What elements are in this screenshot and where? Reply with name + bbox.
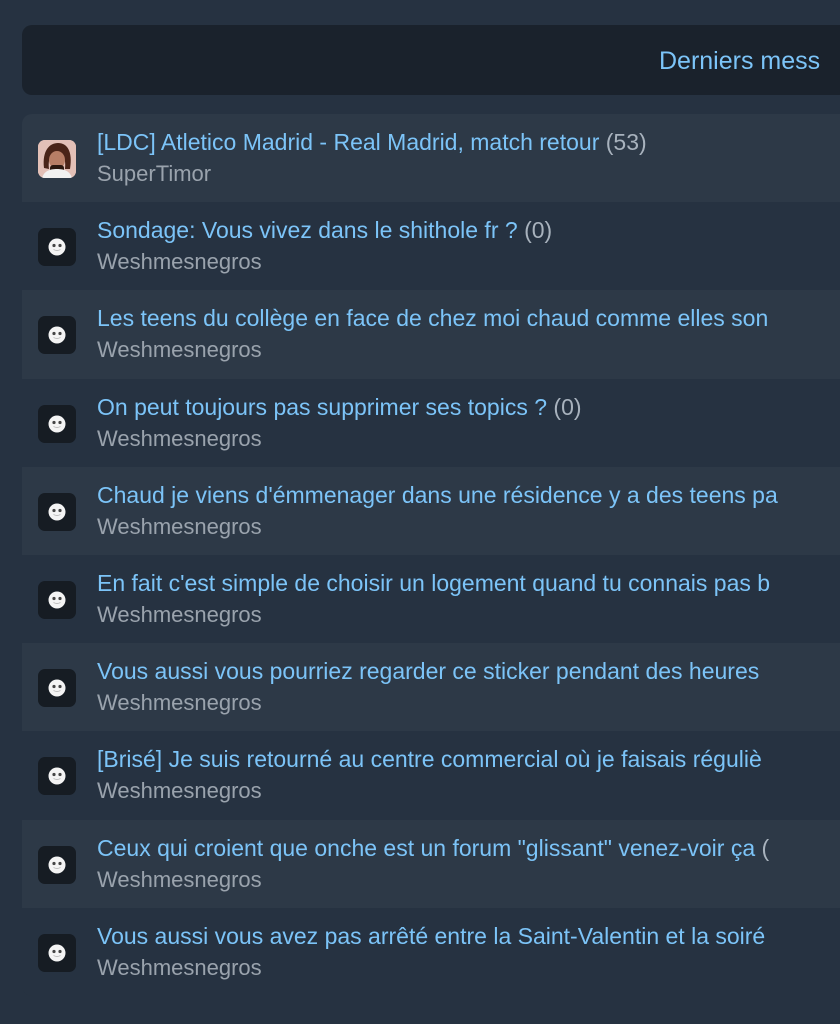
smiley-icon: [48, 767, 66, 785]
topic-row[interactable]: [LDC] Atletico Madrid - Real Madrid, mat…: [22, 114, 840, 203]
topic-row[interactable]: Ceux qui croient que onche est un forum …: [22, 819, 840, 908]
topic-title-line: En fait c'est simple de choisir un logem…: [97, 567, 770, 599]
topic-title-line: Vous aussi vous pourriez regarder ce sti…: [97, 655, 759, 687]
topic-title-link[interactable]: En fait c'est simple de choisir un logem…: [97, 570, 770, 596]
topic-title-link[interactable]: Ceux qui croient que onche est un forum …: [97, 835, 755, 861]
topic-row[interactable]: Vous aussi vous avez pas arrêté entre la…: [22, 907, 840, 996]
smiley-icon: [48, 415, 66, 433]
smiley-icon: [48, 856, 66, 873]
topic-author[interactable]: Weshmesnegros: [97, 688, 262, 718]
default-smiley-avatar[interactable]: [38, 492, 76, 531]
topic-title-line: [LDC] Atletico Madrid - Real Madrid, mat…: [97, 126, 647, 158]
topic-author[interactable]: Weshmesnegros: [97, 953, 262, 983]
default-smiley-avatar[interactable]: [38, 404, 76, 443]
default-smiley-avatar[interactable]: [38, 580, 76, 619]
topic-title-link[interactable]: [LDC] Atletico Madrid - Real Madrid, mat…: [97, 129, 599, 155]
smiley-icon: [48, 679, 66, 697]
topic-title-link[interactable]: On peut toujours pas supprimer ses topic…: [97, 394, 547, 420]
default-smiley-avatar[interactable]: [38, 669, 76, 708]
topic-title-line: Vous aussi vous avez pas arrêté entre la…: [97, 920, 765, 952]
topic-author[interactable]: Weshmesnegros: [97, 776, 262, 806]
topic-title-line: [Brisé] Je suis retourné au centre comme…: [97, 743, 762, 775]
topic-reply-count: (: [761, 834, 770, 861]
topic-title-line: Les teens du collège en face de chez moi…: [97, 302, 768, 334]
topic-title-link[interactable]: Vous aussi vous avez pas arrêté entre la…: [97, 923, 765, 949]
default-smiley-avatar[interactable]: [38, 228, 76, 267]
topic-reply-count: (0): [553, 393, 582, 420]
default-smiley-avatar[interactable]: [38, 316, 76, 355]
topic-title-link[interactable]: [Brisé] Je suis retourné au centre comme…: [97, 746, 762, 772]
topic-row[interactable]: [Brisé] Je suis retourné au centre comme…: [22, 731, 840, 820]
topic-title-link[interactable]: Sondage: Vous vivez dans le shithole fr …: [97, 217, 518, 243]
topic-row[interactable]: Les teens du collège en face de chez moi…: [22, 290, 840, 379]
user-photo-avatar-image: [38, 140, 76, 178]
topic-author[interactable]: SuperTimor: [97, 159, 211, 189]
topic-author[interactable]: Weshmesnegros: [97, 424, 262, 454]
smiley-icon: [48, 944, 66, 962]
topic-title-link[interactable]: Les teens du collège en face de chez moi…: [97, 305, 768, 331]
topic-row[interactable]: Vous aussi vous pourriez regarder ce sti…: [22, 643, 840, 732]
topic-title-line: On peut toujours pas supprimer ses topic…: [97, 391, 582, 423]
topic-author[interactable]: Weshmesnegros: [97, 865, 262, 895]
smiley-icon: [48, 326, 66, 344]
topic-row[interactable]: Sondage: Vous vivez dans le shithole fr …: [22, 202, 840, 291]
latest-messages-header: Derniers mess: [22, 25, 840, 95]
topic-row[interactable]: On peut toujours pas supprimer ses topic…: [22, 378, 840, 467]
topic-row[interactable]: Chaud je viens d'émmenager dans une rési…: [22, 466, 840, 555]
user-photo-avatar[interactable]: [38, 140, 76, 178]
topic-author[interactable]: Weshmesnegros: [97, 600, 262, 630]
topic-row[interactable]: En fait c'est simple de choisir un logem…: [22, 554, 840, 644]
topic-title-link[interactable]: Vous aussi vous pourriez regarder ce sti…: [97, 658, 759, 684]
smiley-icon: [48, 591, 66, 609]
smiley-icon: [48, 238, 66, 256]
topic-author[interactable]: Weshmesnegros: [97, 512, 262, 542]
topic-reply-count: (53): [605, 129, 647, 155]
topic-title-line: Chaud je viens d'émmenager dans une rési…: [97, 479, 778, 511]
default-smiley-avatar[interactable]: [38, 757, 76, 796]
topic-author[interactable]: Weshmesnegros: [97, 335, 262, 365]
latest-messages-title: Derniers mess: [659, 47, 821, 75]
topic-author[interactable]: Weshmesnegros: [97, 247, 262, 277]
default-smiley-avatar[interactable]: [38, 933, 76, 972]
default-smiley-avatar[interactable]: [38, 845, 76, 884]
topic-title-line: Sondage: Vous vivez dans le shithole fr …: [97, 214, 552, 246]
topic-title-link[interactable]: Chaud je viens d'émmenager dans une rési…: [97, 482, 778, 508]
topic-list: [LDC] Atletico Madrid - Real Madrid, mat…: [22, 114, 840, 996]
topic-title-line: Ceux qui croient que onche est un forum …: [97, 832, 769, 864]
smiley-icon: [48, 503, 66, 521]
topic-reply-count: (0): [524, 217, 553, 244]
